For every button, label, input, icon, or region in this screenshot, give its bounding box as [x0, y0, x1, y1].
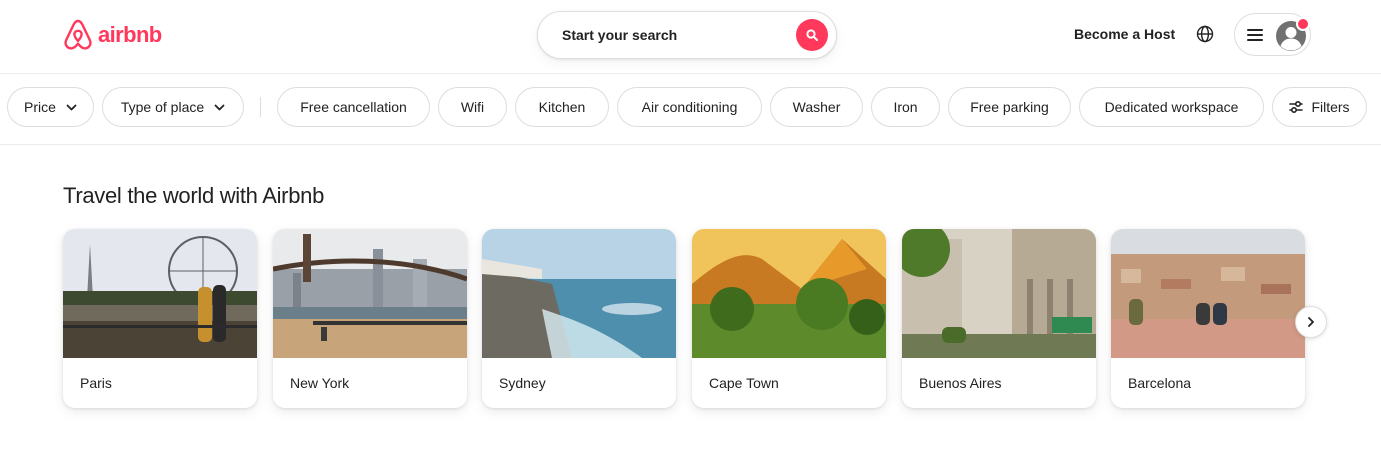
filter-label: Type of place [120, 99, 205, 115]
destination-name: Buenos Aires [919, 375, 1002, 391]
chevron-down-icon [66, 104, 77, 110]
globe-icon [1196, 25, 1214, 43]
filters-button[interactable]: Filters [1272, 87, 1367, 127]
filter-label: Dedicated workspace [1104, 99, 1239, 115]
filter-free-parking[interactable]: Free parking [948, 87, 1071, 127]
filter-label: Price [24, 99, 56, 115]
destination-card-barcelona[interactable]: Barcelona [1111, 229, 1305, 408]
destination-image [273, 229, 467, 358]
filter-kitchen[interactable]: Kitchen [515, 87, 609, 127]
destination-card-buenos-aires[interactable]: Buenos Aires [902, 229, 1096, 408]
filter-label: Washer [792, 99, 841, 115]
destination-name: Cape Town [709, 375, 779, 391]
filter-washer[interactable]: Washer [770, 87, 863, 127]
destination-image [482, 229, 676, 358]
destination-image [692, 229, 886, 358]
airbnb-logo[interactable]: airbnb [62, 18, 162, 52]
language-button[interactable] [1196, 25, 1216, 45]
filter-wifi[interactable]: Wifi [438, 87, 507, 127]
filter-air-conditioning[interactable]: Air conditioning [617, 87, 762, 127]
filter-label: Iron [893, 99, 918, 115]
filter-label: Filters [1311, 99, 1350, 115]
chevron-right-icon [1308, 317, 1314, 327]
search-icon [806, 29, 818, 41]
menu-icon [1247, 29, 1263, 41]
filter-free-cancellation[interactable]: Free cancellation [277, 87, 430, 127]
chevron-down-icon [214, 104, 225, 110]
destination-card-cape-town[interactable]: Cape Town [692, 229, 886, 408]
filter-price[interactable]: Price [7, 87, 94, 127]
search-button[interactable] [796, 19, 828, 51]
destination-card-new-york[interactable]: New York [273, 229, 467, 408]
destination-card-paris[interactable]: Paris [63, 229, 257, 408]
search-label: Start your search [562, 27, 678, 43]
filter-type-of-place[interactable]: Type of place [102, 87, 244, 127]
destination-image [1111, 229, 1305, 358]
section-title: Travel the world with Airbnb [63, 183, 325, 208]
destination-name: New York [290, 375, 350, 391]
filter-label: Free cancellation [300, 99, 407, 115]
filter-dedicated-workspace[interactable]: Dedicated workspace [1079, 87, 1264, 127]
carousel-next-button[interactable] [1295, 306, 1327, 338]
top-header: airbnb Start your search Become a Host [0, 0, 1381, 74]
search-bar[interactable]: Start your search [537, 11, 837, 59]
filter-divider [260, 97, 261, 117]
filter-iron[interactable]: Iron [871, 87, 940, 127]
filter-bar: Price Type of place Free cancellation Wi… [0, 75, 1381, 145]
filter-label: Kitchen [538, 99, 586, 115]
destination-card-sydney[interactable]: Sydney [482, 229, 676, 408]
logo-text: airbnb [98, 22, 162, 47]
destination-name: Barcelona [1128, 375, 1192, 391]
destination-name: Sydney [499, 375, 546, 391]
destination-image [63, 229, 257, 358]
airbnb-logo-icon [64, 19, 92, 50]
notification-dot [1296, 17, 1310, 31]
destination-image [902, 229, 1096, 358]
sliders-icon [1289, 101, 1304, 113]
become-host-link[interactable]: Become a Host [1074, 26, 1175, 42]
destination-name: Paris [80, 375, 112, 391]
filter-label: Wifi [460, 99, 485, 115]
filter-label: Free parking [970, 99, 1049, 115]
filter-label: Air conditioning [641, 99, 738, 115]
user-menu-button[interactable] [1234, 13, 1311, 56]
